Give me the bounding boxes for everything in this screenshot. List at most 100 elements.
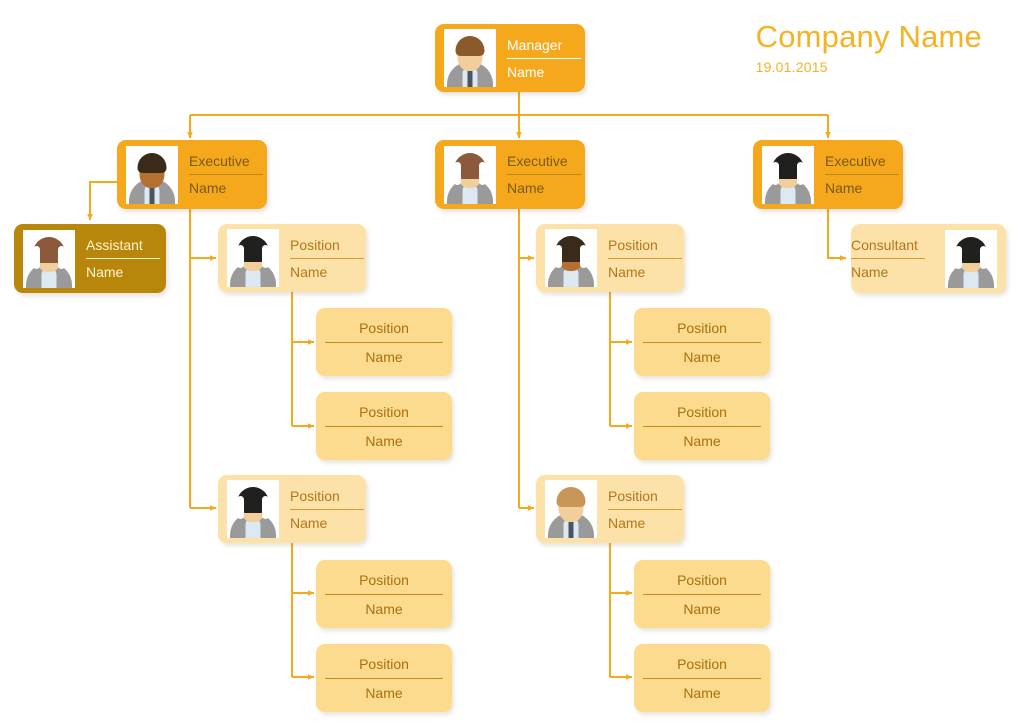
position-left-a-card: Position Name (218, 224, 366, 292)
divider (86, 258, 160, 259)
node-position-middle-a[interactable]: Position Name (536, 224, 684, 292)
leaf-left-3-name: Name (365, 600, 403, 617)
position-left-b-role: Position (290, 487, 340, 504)
consultant-card: Consultant Name (851, 224, 1006, 293)
divider (643, 425, 761, 427)
avatar-position-left-b (227, 480, 279, 538)
leaf-left-3-card: Position Name (316, 560, 452, 628)
node-manager[interactable]: Manager Name (435, 24, 585, 92)
leaf-middle-2-role: Position (677, 403, 727, 420)
divider (325, 677, 443, 679)
node-consultant[interactable]: Consultant Name (851, 224, 1006, 293)
position-middle-b-card: Position Name (536, 475, 684, 543)
position-left-a-role: Position (290, 236, 340, 253)
position-middle-b-role: Position (608, 487, 658, 504)
assistant-name: Name (86, 264, 124, 280)
executive-middle-card: Executive Name (435, 140, 585, 209)
avatar-position-middle-b (545, 480, 597, 538)
node-position-left-a[interactable]: Position Name (218, 224, 366, 292)
consultant-role: Consultant (851, 237, 918, 253)
node-position-left-b[interactable]: Position Name (218, 475, 366, 543)
node-executive-middle[interactable]: Executive Name (435, 140, 585, 209)
divider (643, 677, 761, 679)
node-leaf-middle-2[interactable]: Position Name (634, 392, 770, 460)
node-leaf-left-2[interactable]: Position Name (316, 392, 452, 460)
avatar-consultant (945, 229, 997, 288)
node-executive-left[interactable]: Executive Name (117, 140, 267, 209)
divider (643, 593, 761, 595)
divider (608, 508, 682, 510)
avatar-executive-right (762, 145, 814, 204)
divider (507, 57, 581, 59)
avatar-manager (444, 29, 496, 87)
divider (189, 174, 263, 175)
manager-name: Name (507, 63, 545, 80)
leaf-left-2-role: Position (359, 403, 409, 420)
executive-left-name: Name (189, 180, 227, 196)
manager-card: Manager Name (435, 24, 585, 92)
node-executive-right[interactable]: Executive Name (753, 140, 903, 209)
leaf-left-2-name: Name (365, 432, 403, 449)
executive-middle-name: Name (507, 180, 545, 196)
leaf-middle-2-name: Name (683, 432, 721, 449)
leaf-middle-4-card: Position Name (634, 644, 770, 712)
divider (325, 593, 443, 595)
leaf-middle-1-card: Position Name (634, 308, 770, 376)
executive-left-role: Executive (189, 153, 250, 169)
node-leaf-left-3[interactable]: Position Name (316, 560, 452, 628)
node-leaf-left-1[interactable]: Position Name (316, 308, 452, 376)
avatar-position-left-a (227, 229, 279, 287)
position-middle-a-role: Position (608, 236, 658, 253)
node-leaf-middle-4[interactable]: Position Name (634, 644, 770, 712)
position-middle-a-card: Position Name (536, 224, 684, 292)
divider (325, 425, 443, 427)
assistant-role: Assistant (86, 237, 143, 253)
leaf-middle-2-card: Position Name (634, 392, 770, 460)
position-left-a-name: Name (290, 263, 328, 280)
page-title: Company Name (755, 19, 982, 54)
executive-right-name: Name (825, 180, 863, 196)
leaf-left-1-role: Position (359, 319, 409, 336)
divider (825, 174, 899, 175)
executive-left-card: Executive Name (117, 140, 267, 209)
node-assistant[interactable]: Assistant Name (14, 224, 166, 293)
leaf-middle-4-name: Name (683, 684, 721, 701)
leaf-left-4-card: Position Name (316, 644, 452, 712)
leaf-middle-1-name: Name (683, 348, 721, 365)
position-left-b-card: Position Name (218, 475, 366, 543)
connector-lines (87, 92, 847, 680)
node-leaf-middle-3[interactable]: Position Name (634, 560, 770, 628)
divider (290, 257, 364, 259)
divider (643, 341, 761, 343)
position-middle-b-name: Name (608, 514, 646, 531)
node-leaf-middle-1[interactable]: Position Name (634, 308, 770, 376)
executive-middle-role: Executive (507, 153, 568, 169)
leaf-middle-4-role: Position (677, 655, 727, 672)
avatar-position-middle-a (545, 229, 597, 287)
executive-right-role: Executive (825, 153, 886, 169)
assistant-card: Assistant Name (14, 224, 166, 293)
divider (507, 174, 581, 175)
node-leaf-left-4[interactable]: Position Name (316, 644, 452, 712)
consultant-name: Name (851, 264, 889, 280)
chart-date: 19.01.2015 (755, 59, 828, 76)
position-left-b-name: Name (290, 514, 328, 531)
divider (851, 258, 925, 259)
avatar-assistant (23, 229, 75, 288)
position-middle-a-name: Name (608, 263, 646, 280)
divider (608, 257, 682, 259)
title-block: Company Name 19.01.2015 (755, 19, 982, 76)
manager-role: Manager (507, 36, 563, 53)
avatar-executive-left (126, 145, 178, 204)
executive-right-card: Executive Name (753, 140, 903, 209)
avatar-executive-middle (444, 145, 496, 204)
leaf-left-4-name: Name (365, 684, 403, 701)
leaf-middle-3-card: Position Name (634, 560, 770, 628)
divider (325, 341, 443, 343)
leaf-left-1-name: Name (365, 348, 403, 365)
divider (290, 508, 364, 510)
leaf-left-1-card: Position Name (316, 308, 452, 376)
leaf-left-2-card: Position Name (316, 392, 452, 460)
leaf-left-3-role: Position (359, 571, 409, 588)
node-position-middle-b[interactable]: Position Name (536, 475, 684, 543)
